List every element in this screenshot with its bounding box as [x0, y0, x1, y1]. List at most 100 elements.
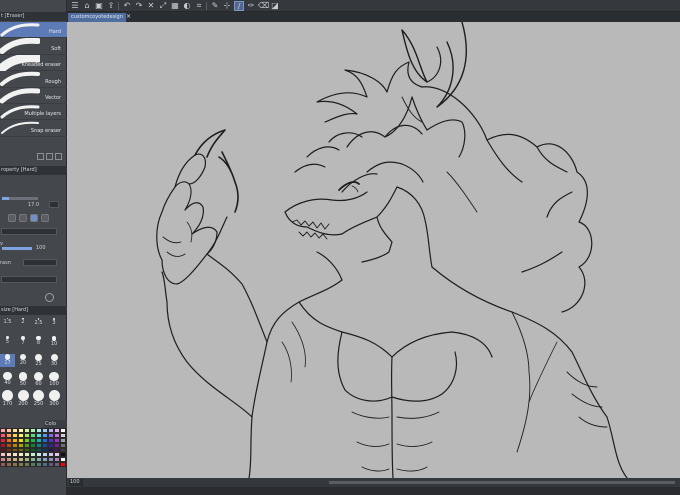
tool-property-tab[interactable]: roperty [Hard] [0, 166, 67, 175]
brush-size-label: 60 [35, 381, 42, 387]
subtool-item[interactable]: Kneaded eraser [0, 54, 67, 72]
brush-size-dot-icon [35, 354, 42, 361]
stroke-preview-icon [0, 23, 40, 37]
subtool-item[interactable]: Vector [0, 87, 67, 104]
brush-size-preset[interactable]: 40 [0, 372, 15, 387]
brush-size-preset[interactable]: 20 [16, 354, 31, 367]
brush-size-dot-icon [34, 372, 43, 381]
brush-size-label: 170 [2, 400, 13, 407]
rasterize-select[interactable] [23, 259, 57, 266]
subtool-item-label: Rough [45, 78, 61, 85]
brush-size-label: 5 [5, 339, 10, 346]
save-icon[interactable]: ▣ [94, 1, 104, 11]
brush-size-preset[interactable]: 2.5 [31, 318, 46, 331]
brush-size-label: 1.5 [3, 319, 12, 325]
brush-size-label: 300 [49, 401, 59, 407]
document-tab[interactable]: customcoyotedesign [68, 13, 126, 22]
brush-size-dot-icon [48, 390, 60, 401]
size-spin-icon[interactable] [49, 201, 59, 208]
undo-icon[interactable]: ↶ [122, 1, 132, 11]
subtool-item-label: Kneaded eraser [21, 62, 61, 69]
subtool-item[interactable]: Multiple layers [0, 104, 67, 121]
drawing-canvas[interactable] [67, 22, 680, 478]
crop-icon[interactable]: ⌗ [194, 1, 204, 11]
redo-icon[interactable]: ↷ [134, 1, 144, 11]
zoom-field[interactable]: 100 [69, 479, 83, 486]
brush-size-preset[interactable]: 200 [16, 390, 31, 407]
brush-size-label: 20 [19, 360, 27, 367]
bottom-strip [67, 487, 680, 495]
opacity-slider-fill [2, 247, 32, 250]
brush-size-preset[interactable]: 7 [16, 336, 31, 349]
home-icon[interactable]: ⌂ [82, 1, 92, 11]
brush-size-preset[interactable]: 1.5 [0, 318, 15, 331]
brush-size-preset[interactable]: 250 [31, 390, 46, 407]
brush-size-preset[interactable]: 17 [0, 354, 15, 367]
brush-size-preset[interactable]: 25 [31, 354, 46, 367]
brush-size-label: 100 [49, 381, 59, 388]
tip-shape-diamond-icon[interactable] [8, 214, 16, 222]
fill-bucket-icon[interactable]: ◪ [270, 1, 280, 11]
brush-size-preset[interactable]: 10 [47, 336, 62, 349]
brush-size-dot-icon [3, 372, 12, 381]
stroke-preview-icon [0, 38, 40, 55]
brush-icon[interactable]: ✎ [210, 1, 220, 11]
brush-size-label: 50 [19, 380, 27, 387]
subtool-item-label: Hard [49, 29, 61, 36]
tip-shape-circle-icon[interactable] [30, 214, 38, 222]
brush-size-preset[interactable]: 170 [0, 390, 15, 407]
tip-shape-square-icon[interactable] [19, 214, 27, 222]
opacity-value[interactable]: 100 [36, 243, 52, 253]
brush-size-dot-icon [50, 354, 58, 361]
status-bar: 100 [67, 478, 680, 487]
toolbar-separator [118, 2, 119, 10]
clear-icon[interactable]: ✕ [146, 1, 156, 11]
wrench-icon[interactable] [45, 293, 54, 302]
color-swatch[interactable] [60, 462, 66, 468]
rasterize-label: rasn [0, 260, 11, 266]
subtool-item-label: Vector [45, 94, 61, 101]
brush-size-preset[interactable]: 30 [47, 354, 62, 367]
snap-icon[interactable]: ⊹ [222, 1, 232, 11]
brush-size-preset[interactable]: 2 [16, 318, 31, 331]
horizontal-scrollbar[interactable] [329, 481, 675, 484]
transform-icon[interactable]: ⤢ [158, 1, 168, 11]
subtool-panel-tab[interactable]: t [Eraser] [0, 12, 67, 21]
brush-size-tab[interactable]: size [Hard] [0, 306, 67, 315]
menu-icon[interactable]: ☰ [70, 1, 80, 11]
brush-size-label: 40 [4, 380, 11, 387]
brush-size-preset[interactable]: 5 [0, 336, 15, 349]
pen-icon[interactable]: ✑ [246, 1, 256, 11]
subtool-item-label: Snap eraser [30, 127, 61, 134]
brush-size-dot-icon [17, 390, 29, 401]
copy-subtool-icon[interactable] [37, 153, 44, 160]
brush-size-label: 7 [21, 339, 25, 346]
subtool-item[interactable]: Soft [0, 38, 67, 55]
brush-size-preset[interactable]: 100 [47, 372, 62, 388]
brush-size-preset[interactable]: 300 [47, 390, 62, 407]
subtool-item[interactable]: Rough [0, 71, 67, 88]
fill-icon[interactable]: ▦ [170, 1, 180, 11]
brush-size-dot-icon [49, 372, 59, 382]
brush-size-preset[interactable]: 50 [16, 372, 31, 387]
tip-shape-soft-icon[interactable] [41, 214, 49, 222]
invert-icon[interactable]: ◐ [182, 1, 192, 11]
export-icon[interactable]: ⇪ [106, 1, 116, 11]
delete-subtool-icon[interactable] [55, 153, 62, 160]
close-tab-icon[interactable]: × [125, 13, 132, 21]
subtool-item[interactable]: Snap eraser [0, 120, 67, 137]
brush-size-label: 25 [35, 360, 42, 367]
brush-size-preset[interactable]: 3 [47, 318, 62, 331]
document-tab-bar: customcoyotedesign × [67, 12, 680, 22]
brush-size-label: 17 [4, 359, 11, 366]
new-subtool-icon[interactable] [46, 153, 53, 160]
brush-size-label: 2.5 [34, 319, 43, 326]
subtool-item-label: Soft [51, 45, 61, 52]
ruler-icon[interactable]: ∕ [234, 1, 244, 11]
eraser-icon[interactable]: ⌫ [258, 1, 269, 11]
brush-size-label: 200 [18, 401, 28, 407]
brush-size-preset[interactable]: 8 [31, 336, 46, 349]
brush-size-preset[interactable]: 60 [31, 372, 46, 387]
subtool-item[interactable]: Hard [0, 22, 67, 39]
brush-size-label: 30 [50, 361, 58, 367]
